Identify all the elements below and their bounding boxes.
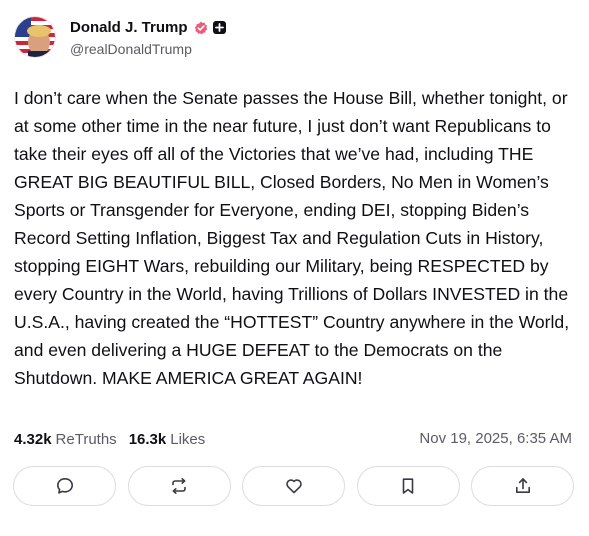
post-stats: 4.32k ReTruths 16.3k Likes	[14, 428, 205, 450]
retruth-button[interactable]	[127, 466, 231, 506]
handle[interactable]: @realDonaldTrump	[70, 41, 226, 57]
bookmark-button[interactable]	[356, 466, 460, 506]
plus-badge-icon	[212, 21, 226, 34]
bookmark-icon	[398, 476, 418, 496]
likes-count[interactable]: 16.3k	[129, 431, 167, 448]
name-row: Donald J. Trump	[70, 18, 226, 38]
share-icon	[513, 476, 533, 496]
author-info: Donald J. Trump @realDonaldTrump	[70, 18, 226, 57]
post-header: Donald J. Trump @realDonaldTrump	[14, 14, 226, 60]
retruth-icon	[169, 476, 189, 496]
post-card: Donald J. Trump @realDonaldTrump I don’t…	[0, 0, 589, 536]
retruths-count[interactable]: 4.32k	[14, 431, 52, 448]
verified-badge-icon	[194, 21, 208, 35]
likes-label[interactable]: Likes	[170, 431, 205, 448]
avatar[interactable]	[14, 16, 56, 58]
retruths-label[interactable]: ReTruths	[56, 431, 117, 448]
post-text: I don’t care when the Senate passes the …	[14, 88, 570, 388]
display-name[interactable]: Donald J. Trump	[70, 19, 188, 36]
post-timestamp[interactable]: Nov 19, 2025, 6:35 AM	[419, 428, 572, 450]
comment-button[interactable]	[13, 466, 116, 506]
action-bar	[13, 466, 574, 508]
heart-icon	[284, 476, 304, 496]
like-button[interactable]	[242, 466, 345, 506]
comment-icon	[55, 476, 75, 496]
share-button[interactable]	[471, 466, 574, 506]
